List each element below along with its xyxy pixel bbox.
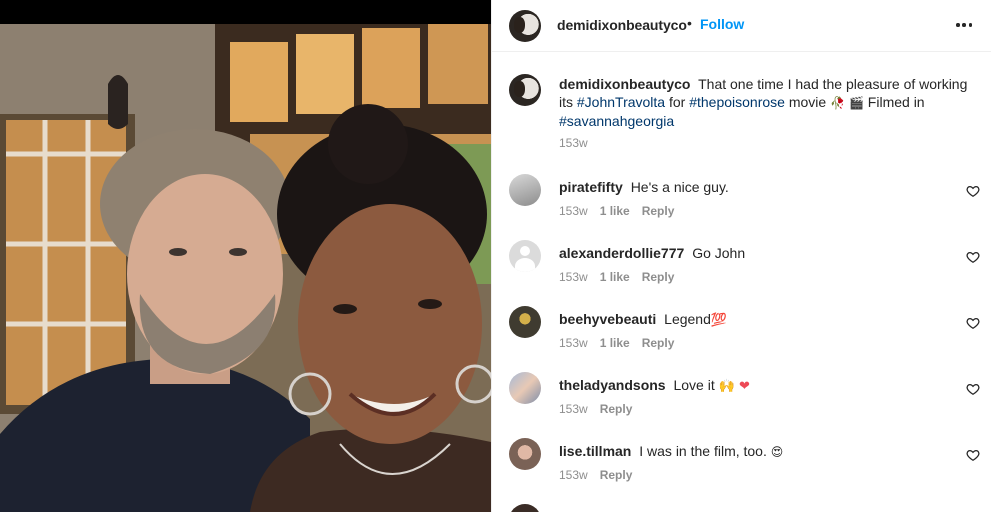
comment-item: theladyandsons Love it 🙌 ❤ 153w Reply bbox=[509, 372, 980, 424]
comment-item: piratefifty He's a nice guy. 153w 1 like… bbox=[509, 174, 980, 226]
comment-body: beehyvebeauti Legend💯 bbox=[559, 310, 727, 330]
comment-timestamp[interactable]: 153w bbox=[559, 270, 588, 284]
heart-outline-icon[interactable] bbox=[966, 316, 980, 330]
comment-meta: 153w 1 like Reply bbox=[559, 270, 674, 284]
comment-text: Love it bbox=[673, 377, 715, 393]
comment-body: alexanderdollie777 Go John bbox=[559, 244, 745, 262]
comment-body: lise.tillman I was in the film, too. 😍 bbox=[559, 442, 783, 461]
heart-eyes-emoji: 😍 bbox=[770, 445, 784, 459]
commenter-avatar[interactable] bbox=[509, 306, 541, 338]
more-horizontal-icon[interactable] bbox=[954, 15, 974, 35]
comment-item: beehyvebeauti Legend💯 153w 1 like Reply bbox=[509, 306, 980, 358]
post-photo[interactable] bbox=[0, 24, 491, 512]
comment-likes-count[interactable]: 1 like bbox=[600, 204, 630, 218]
heart-outline-icon[interactable] bbox=[966, 382, 980, 396]
wilted-rose-emoji: 🥀 bbox=[830, 96, 846, 110]
commenter-avatar[interactable] bbox=[509, 372, 541, 404]
comment-timestamp[interactable]: 153w bbox=[559, 336, 588, 350]
caption-avatar[interactable] bbox=[509, 74, 541, 106]
selfie-illustration bbox=[0, 24, 491, 512]
caption-timestamp[interactable]: 153w bbox=[559, 136, 588, 150]
caption-username[interactable]: demidixonbeautyco bbox=[559, 76, 690, 92]
comment-item: alexanderdollie777 Go John 153w 1 like R… bbox=[509, 240, 980, 292]
raising-hands-heart-emoji: 🙌 ❤ bbox=[718, 379, 750, 394]
reply-button[interactable]: Reply bbox=[600, 402, 633, 416]
comment-body: piratefifty He's a nice guy. bbox=[559, 178, 729, 196]
commenter-avatar[interactable] bbox=[509, 174, 541, 206]
comment-meta: 153w Reply bbox=[559, 468, 632, 482]
reply-button[interactable]: Reply bbox=[642, 204, 675, 218]
caption-text-part-2: for bbox=[668, 94, 686, 110]
comment-likes-count[interactable]: 1 like bbox=[600, 336, 630, 350]
hashtag-link-thepoisonrose[interactable]: #thepoisonrose bbox=[689, 94, 785, 110]
commenter-username[interactable]: beehyvebeauti bbox=[559, 311, 656, 327]
media-top-bar bbox=[0, 0, 491, 24]
hashtag-link-johntravolta[interactable]: #JohnTravolta bbox=[577, 94, 665, 110]
reply-button[interactable]: Reply bbox=[642, 270, 675, 284]
commenter-username[interactable]: piratefifty bbox=[559, 179, 623, 195]
heart-outline-icon[interactable] bbox=[966, 448, 980, 462]
clapper-board-emoji: 🎬 bbox=[848, 96, 864, 110]
comment-meta: 153w 1 like Reply bbox=[559, 204, 674, 218]
comment-timestamp[interactable]: 153w bbox=[559, 402, 588, 416]
hundred-points-emoji: 💯 bbox=[710, 313, 728, 328]
comment-meta: 153w 1 like Reply bbox=[559, 336, 674, 350]
post-media[interactable] bbox=[0, 0, 491, 512]
post-details-panel: demidixonbeautyco • Follow demidixonbeau… bbox=[491, 0, 991, 512]
commenter-avatar[interactable] bbox=[509, 504, 541, 512]
owner-avatar[interactable] bbox=[509, 10, 541, 42]
owner-username[interactable]: demidixonbeautyco bbox=[557, 17, 687, 33]
heart-outline-icon[interactable] bbox=[966, 250, 980, 264]
comment-text: I was in the film, too. bbox=[639, 443, 767, 459]
caption-text: demidixonbeautyco That one time I had th… bbox=[559, 75, 969, 130]
comment-meta: 153w Reply bbox=[559, 402, 632, 416]
follow-button[interactable]: Follow bbox=[700, 16, 744, 32]
commenter-username[interactable]: theladyandsons bbox=[559, 377, 666, 393]
caption-text-part-3: movie bbox=[788, 94, 827, 110]
reply-button[interactable]: Reply bbox=[642, 336, 675, 350]
caption-text-part-4: Filmed in bbox=[867, 94, 925, 110]
heart-outline-icon[interactable] bbox=[966, 184, 980, 198]
post-header: demidixonbeautyco • Follow bbox=[492, 0, 991, 52]
comment-item: lise.tillman I was in the film, too. 😍 1… bbox=[509, 438, 980, 490]
comment-timestamp[interactable]: 153w bbox=[559, 204, 588, 218]
comment-text: He's a nice guy. bbox=[630, 179, 729, 195]
commenter-avatar[interactable] bbox=[509, 438, 541, 470]
hashtag-link-savannahgeorgia[interactable]: #savannahgeorgia bbox=[559, 113, 674, 129]
header-separator: • bbox=[687, 15, 692, 31]
commenter-avatar[interactable] bbox=[509, 240, 541, 272]
comment-text: Legend bbox=[664, 311, 711, 327]
comment-likes-count[interactable]: 1 like bbox=[600, 270, 630, 284]
commenter-username[interactable]: alexanderdollie777 bbox=[559, 245, 684, 261]
comment-text: Go John bbox=[692, 245, 746, 261]
commenter-username[interactable]: lise.tillman bbox=[559, 443, 631, 459]
comment-timestamp[interactable]: 153w bbox=[559, 468, 588, 482]
comment-body: theladyandsons Love it 🙌 ❤ bbox=[559, 376, 750, 396]
reply-button[interactable]: Reply bbox=[600, 468, 633, 482]
